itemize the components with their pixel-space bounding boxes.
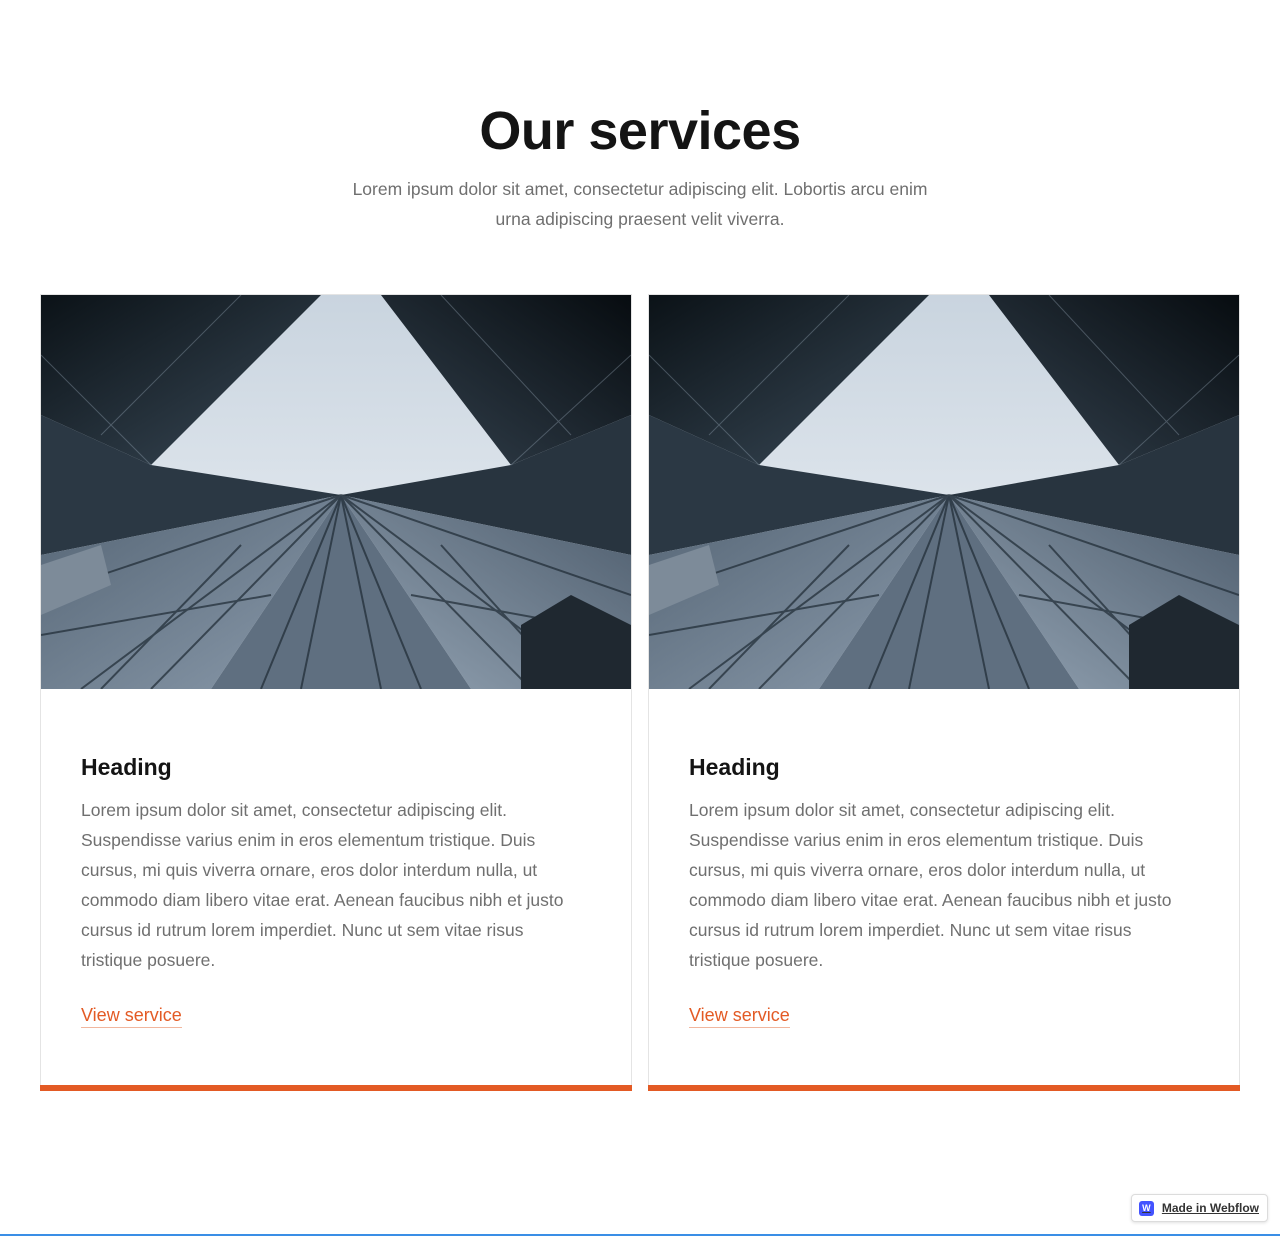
page-subtitle: Lorem ipsum dolor sit amet, consectetur … xyxy=(352,179,928,229)
view-service-link[interactable]: View service xyxy=(689,1003,790,1028)
view-service-link[interactable]: View service xyxy=(81,1003,182,1028)
page-title: Our services xyxy=(479,101,801,161)
card-description: Lorem ipsum dolor sit amet, consectetur … xyxy=(689,800,1172,970)
service-card: Heading Lorem ipsum dolor sit amet, cons… xyxy=(648,294,1240,1091)
service-card: Heading Lorem ipsum dolor sit amet, cons… xyxy=(40,294,632,1091)
badge-label: Made in Webflow xyxy=(1161,1201,1259,1215)
skyscraper-photo xyxy=(41,295,631,689)
card-body: Heading Lorem ipsum dolor sit amet, cons… xyxy=(81,753,591,1028)
services-page: Our services Lorem ipsum dolor sit amet,… xyxy=(0,0,1280,1236)
accent-bar xyxy=(40,1085,632,1091)
card-heading: Heading xyxy=(81,754,172,780)
made-in-webflow-badge[interactable]: W Made in Webflow xyxy=(1130,1194,1268,1222)
skyscraper-image xyxy=(41,295,631,689)
card-description: Lorem ipsum dolor sit amet, consectetur … xyxy=(81,800,564,970)
skyscraper-image xyxy=(649,295,1239,689)
card-body: Heading Lorem ipsum dolor sit amet, cons… xyxy=(689,753,1199,1028)
accent-bar xyxy=(648,1085,1240,1091)
webflow-logo-icon: W xyxy=(1138,1200,1154,1216)
skyscraper-photo xyxy=(649,295,1239,689)
services-header: Our services Lorem ipsum dolor sit amet,… xyxy=(0,98,1280,234)
card-heading: Heading xyxy=(689,754,780,780)
service-cards: Heading Lorem ipsum dolor sit amet, cons… xyxy=(40,294,1240,1091)
